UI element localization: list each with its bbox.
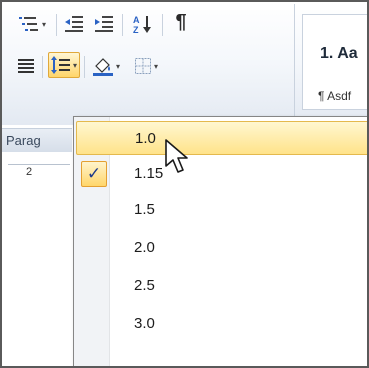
borders-button[interactable]: ▾ <box>128 54 164 78</box>
separator <box>84 56 85 78</box>
style-heading-1[interactable]: 1. Aa <box>320 45 358 63</box>
chevron-down-icon: ▾ <box>115 61 120 71</box>
svg-text:Z: Z <box>133 25 139 34</box>
menu-item-label: 2.5 <box>134 277 155 294</box>
separator <box>42 56 43 78</box>
pilcrow-icon: ¶ <box>175 10 187 33</box>
menu-item-label: 1.15 <box>134 165 164 182</box>
chevron-down-icon: ▾ <box>72 60 77 70</box>
group-label: Parag <box>6 133 41 148</box>
sort-button[interactable]: A Z <box>128 12 158 36</box>
align-justify-icon <box>18 59 34 73</box>
menu-item-1-0[interactable]: 1.0 <box>76 121 367 155</box>
shading-button[interactable]: ▾ <box>88 54 124 78</box>
ruler-number: 2 <box>26 166 33 178</box>
menu-item-label: 2.0 <box>134 239 155 256</box>
separator <box>122 14 123 36</box>
borders-icon <box>134 58 151 74</box>
menu-item-label: 1.0 <box>135 130 156 147</box>
menu-item-label: 3.0 <box>134 315 155 332</box>
check-icon: ✓ <box>81 161 107 187</box>
mouse-cursor-icon <box>165 139 188 173</box>
ribbon: ▾ A Z ¶ ▾ ▾ ▾ 1. Aa ¶ Asdf <box>2 2 367 125</box>
group-divider <box>294 4 295 122</box>
svg-text:A: A <box>133 15 140 25</box>
multilevel-list-button[interactable]: ▾ <box>14 12 50 36</box>
menu-item-1-5[interactable]: 1.5 <box>76 193 367 227</box>
styles-gallery[interactable]: 1. Aa ¶ Asdf <box>302 14 367 110</box>
line-spacing-button[interactable]: ▾ <box>48 52 80 78</box>
chevron-down-icon: ▾ <box>153 61 158 71</box>
chevron-down-icon: ▾ <box>41 19 46 29</box>
paragraph-group-label-bar: Parag <box>2 128 72 152</box>
increase-indent-icon <box>95 16 113 32</box>
increase-indent-button[interactable] <box>90 12 118 36</box>
separator <box>162 14 163 36</box>
menu-item-1-15[interactable]: ✓ 1.15 <box>76 157 367 191</box>
show-formatting-button[interactable]: ¶ <box>168 10 194 34</box>
ruler: 2 <box>8 164 70 184</box>
style-normal[interactable]: ¶ Asdf <box>318 89 351 103</box>
line-spacing-icon <box>50 56 70 74</box>
decrease-indent-button[interactable] <box>60 12 88 36</box>
decrease-indent-icon <box>65 16 83 32</box>
menu-item-2-0[interactable]: 2.0 <box>76 231 367 265</box>
shading-icon <box>92 58 113 76</box>
separator <box>56 14 57 36</box>
line-spacing-menu: 1.0 ✓ 1.15 1.5 2.0 2.5 3.0 <box>73 116 367 366</box>
multilevel-list-icon <box>18 17 38 31</box>
menu-item-label: 1.5 <box>134 201 155 218</box>
word-window: ▾ A Z ¶ ▾ ▾ ▾ 1. Aa ¶ Asdf Parag 2 1.0 ✓… <box>0 0 369 368</box>
menu-item-2-5[interactable]: 2.5 <box>76 269 367 303</box>
menu-item-3-0[interactable]: 3.0 <box>76 307 367 341</box>
justify-button[interactable] <box>14 54 38 78</box>
sort-icon: A Z <box>133 15 151 34</box>
